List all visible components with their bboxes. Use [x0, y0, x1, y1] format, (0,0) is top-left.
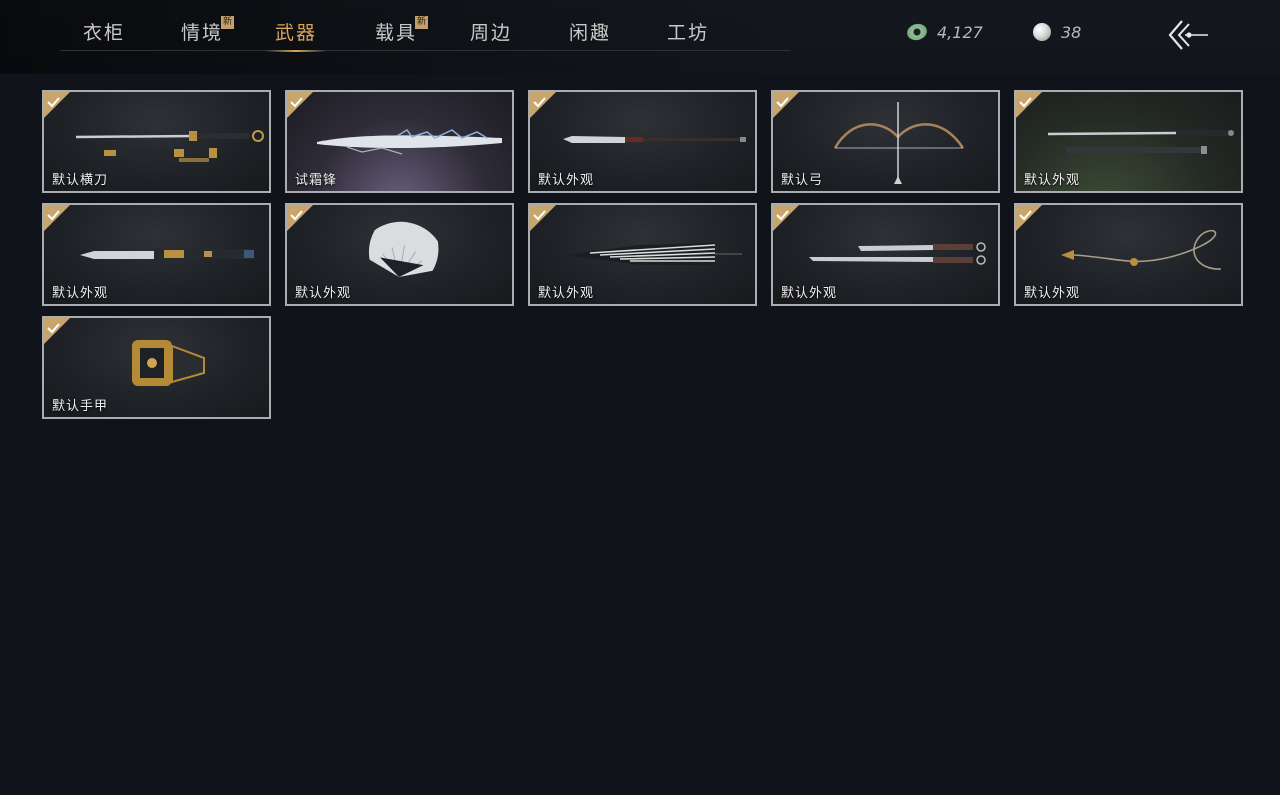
tab-vehicles[interactable]: 载具 新: [375, 16, 429, 52]
tab-label: 衣柜: [83, 22, 126, 44]
equipped-check-icon: [530, 92, 556, 118]
new-badge: 新: [415, 16, 429, 29]
weapon-card[interactable]: 默认外观: [528, 90, 757, 193]
equipped-check-icon: [773, 205, 799, 231]
weapon-card[interactable]: 默认弓: [771, 90, 1000, 193]
weapon-card[interactable]: 默认外观: [528, 203, 757, 306]
weapon-name: 默认横刀: [52, 173, 109, 188]
weapon-card[interactable]: 默认横刀: [42, 90, 271, 193]
weapon-card[interactable]: 默认外观: [1014, 90, 1243, 193]
equipped-check-icon: [530, 205, 556, 231]
tab-wardrobe[interactable]: 衣柜: [83, 18, 125, 52]
weapon-card[interactable]: 默认外观: [285, 203, 514, 306]
weapon-name: 默认外观: [295, 286, 352, 301]
weapon-name: 默认外观: [538, 173, 595, 188]
back-arrow-icon: [1168, 20, 1208, 50]
tab-leisure[interactable]: 闲趣: [569, 18, 611, 52]
tab-label: 武器: [275, 22, 318, 44]
tab-label: 工坊: [667, 22, 710, 44]
back-button[interactable]: [1165, 18, 1211, 52]
weapon-name: 默认外观: [538, 286, 595, 301]
weapon-card[interactable]: 默认外观: [42, 203, 271, 306]
tab-workshop[interactable]: 工坊: [667, 18, 709, 52]
active-tab-underline: [265, 50, 328, 52]
equipped-check-icon: [773, 92, 799, 118]
weapon-name: 默认外观: [52, 286, 109, 301]
equipped-check-icon: [287, 205, 313, 231]
weapon-card[interactable]: 试霜锋: [285, 90, 514, 193]
new-badge: 新: [221, 16, 235, 29]
weapon-name: 默认外观: [1024, 286, 1081, 301]
tab-label: 周边: [470, 22, 513, 44]
jade-currency: 4,127: [905, 20, 983, 44]
weapon-card[interactable]: 默认手甲: [42, 316, 271, 419]
weapon-name: 默认手甲: [52, 399, 109, 414]
equipped-check-icon: [44, 318, 70, 344]
jade-amount: 4,127: [937, 22, 983, 42]
equipped-check-icon: [1016, 205, 1042, 231]
category-tabs: 衣柜 情境 新 武器 载具 新 周边 闲趣 工坊: [60, 0, 790, 70]
tab-accessories[interactable]: 周边: [470, 18, 512, 52]
pearl-amount: 38: [1061, 22, 1082, 42]
weapon-card[interactable]: 默认外观: [1014, 203, 1243, 306]
weapon-card[interactable]: 默认外观: [771, 203, 1000, 306]
tab-label: 情境: [181, 22, 224, 44]
weapon-name: 默认弓: [781, 173, 824, 188]
equipped-check-icon: [44, 205, 70, 231]
equipped-check-icon: [1016, 92, 1042, 118]
tab-label: 闲趣: [569, 22, 612, 44]
equipped-check-icon: [287, 92, 313, 118]
jade-coin-icon: [905, 21, 929, 43]
weapon-name: 默认外观: [1024, 173, 1081, 188]
pearl-currency: 38: [1033, 20, 1081, 44]
equipped-check-icon: [44, 92, 70, 118]
tab-weapons[interactable]: 武器: [265, 18, 328, 52]
weapon-name: 试霜锋: [295, 173, 338, 188]
weapon-name: 默认外观: [781, 286, 838, 301]
tab-label: 载具: [375, 22, 418, 44]
tab-scenario[interactable]: 情境 新: [181, 16, 235, 52]
pearl-icon: [1033, 23, 1051, 41]
